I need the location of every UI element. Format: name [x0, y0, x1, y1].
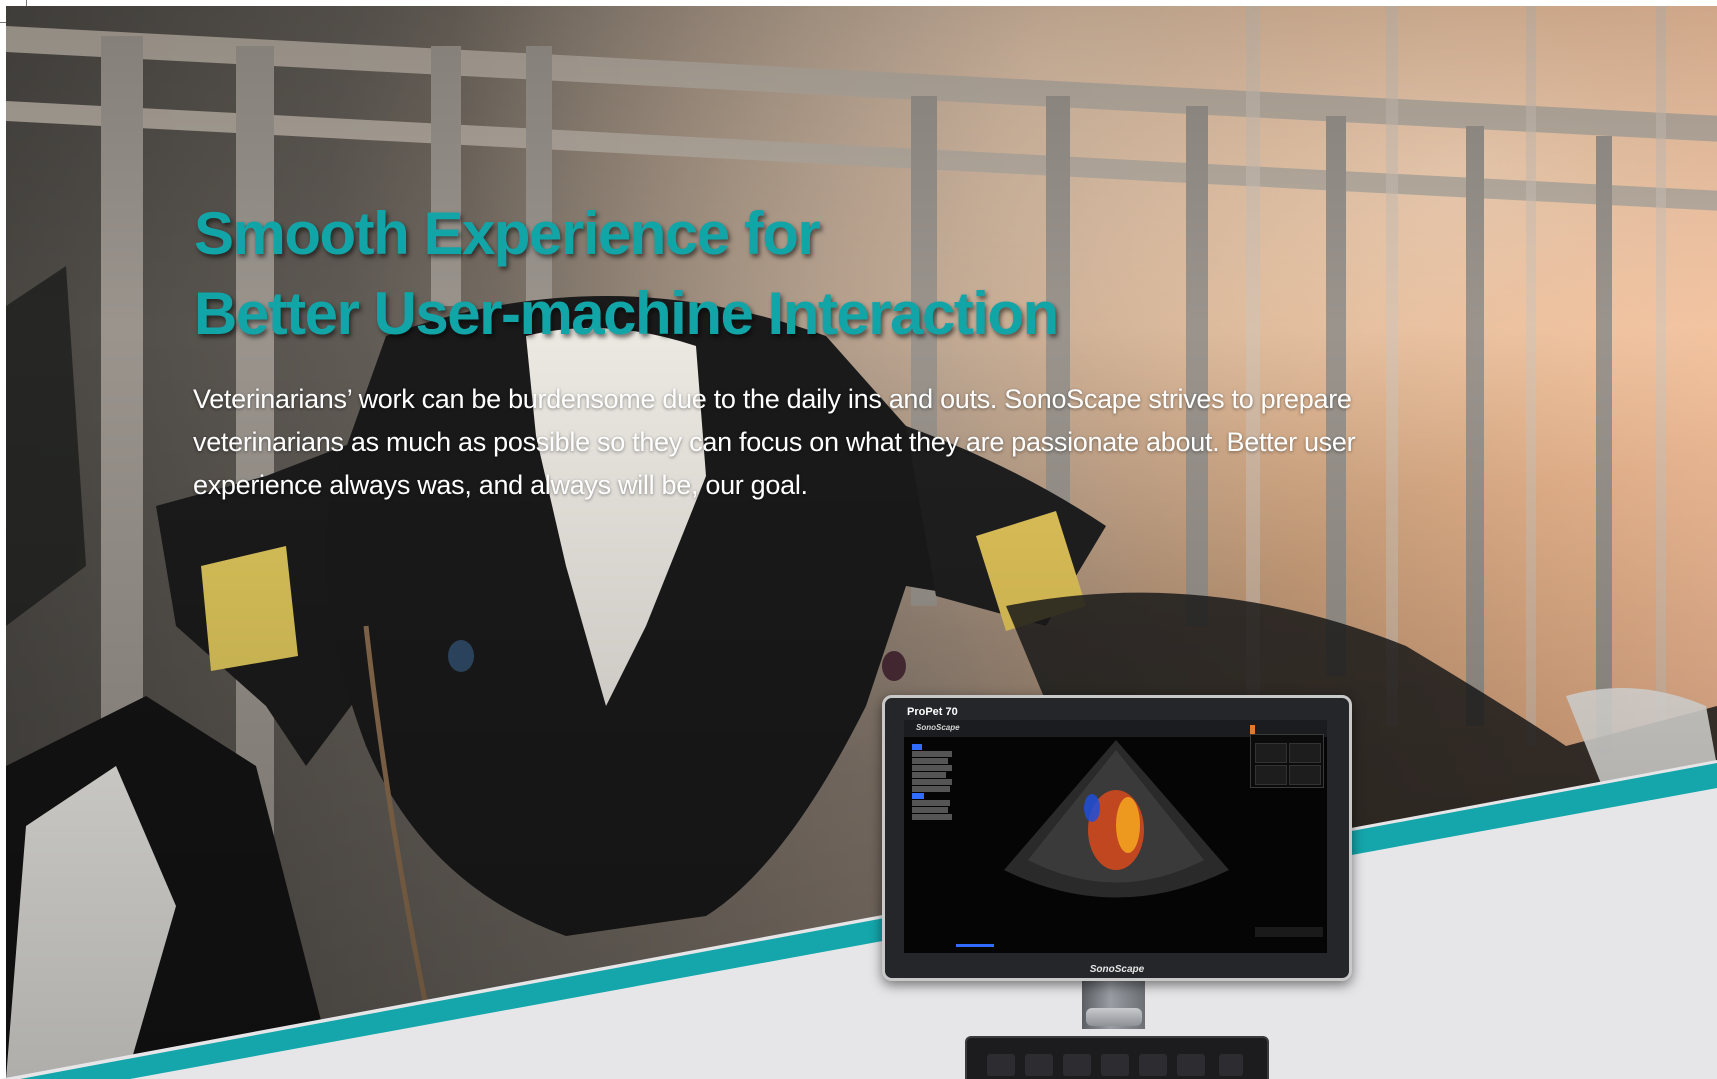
- cine-progress-bar: [956, 944, 994, 947]
- console-key: [1101, 1054, 1129, 1076]
- console-key: [1063, 1054, 1091, 1076]
- brochure-page: Smooth Experience for Better User-machin…: [0, 0, 1717, 1079]
- console-chevron-right-icon: [1219, 1054, 1243, 1076]
- control-panel: [965, 1036, 1269, 1079]
- image-control-panel: [1250, 734, 1324, 788]
- device-model-label: ProPet 70: [907, 706, 958, 718]
- console-probe-icon: [987, 1054, 1015, 1076]
- gray-footer-area: [0, 760, 1717, 1079]
- ultrasound-monitor: ProPet 70 SonoScape SonoScape: [882, 695, 1352, 981]
- ultrasound-screen: SonoScape: [904, 720, 1327, 953]
- thumbnail-strip: [1255, 927, 1323, 937]
- console-key: [1139, 1054, 1167, 1076]
- monitor-stand-joint: [1086, 1008, 1142, 1026]
- diagonal-teal-band: [0, 760, 1717, 1079]
- device-brand-label: SonoScape: [1089, 964, 1145, 975]
- console-key: [1177, 1054, 1205, 1076]
- console-key: [1025, 1054, 1053, 1076]
